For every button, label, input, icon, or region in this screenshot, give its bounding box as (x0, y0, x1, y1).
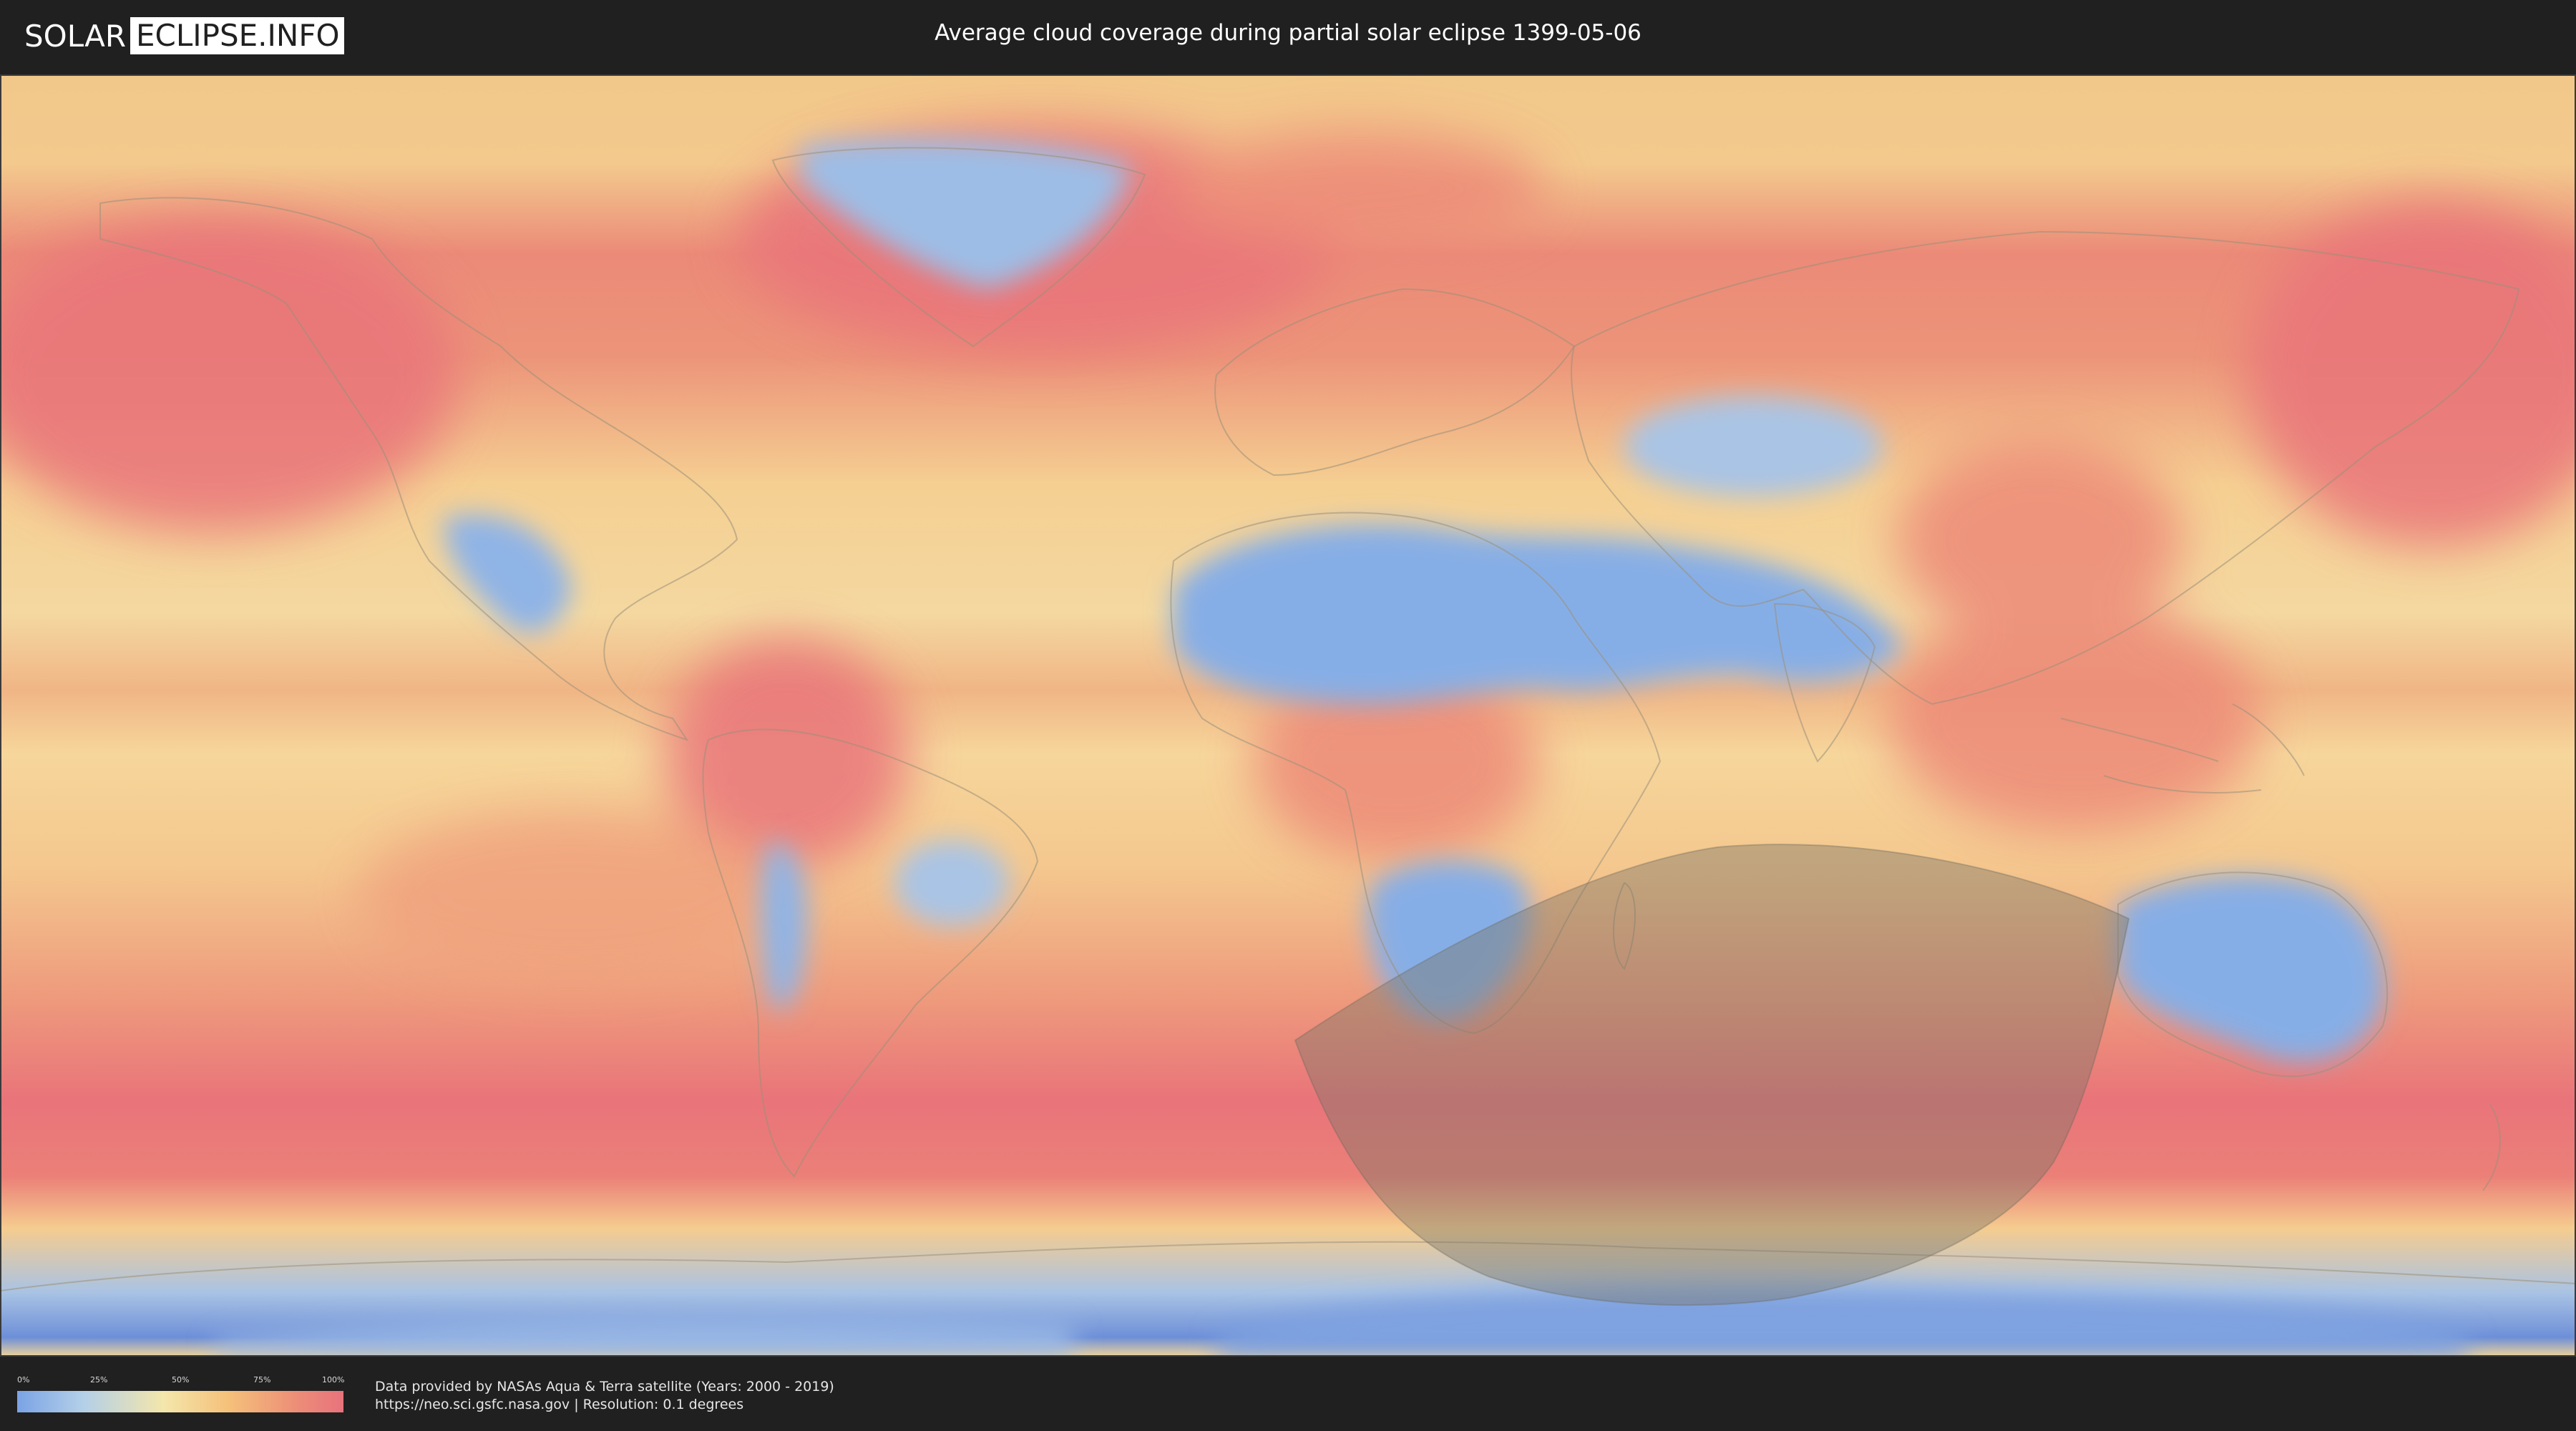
page-title: Average cloud coverage during partial so… (935, 20, 1641, 46)
legend-tick-50: 50% (172, 1375, 190, 1384)
legend-tick-100: 100% (322, 1375, 345, 1384)
world-map-svg (0, 74, 2576, 1357)
header-bar: SOLAR ECLIPSE.INFO Average cloud coverag… (0, 0, 2576, 72)
cloud-coverage-map (0, 74, 2576, 1357)
legend-color-bar (17, 1391, 343, 1412)
page: SOLAR ECLIPSE.INFO Average cloud coverag… (0, 0, 2576, 1431)
cloud-coverage-legend: 0% 25% 50% 75% 100% (17, 1375, 345, 1412)
credits-line-source: Data provided by NASAs Aqua & Terra sate… (375, 1379, 834, 1395)
credits-line-url: https://neo.sci.gsfc.nasa.gov | Resoluti… (375, 1397, 744, 1412)
legend-tick-0: 0% (17, 1375, 30, 1384)
legend-tick-25: 25% (90, 1375, 108, 1384)
data-credits: Data provided by NASAs Aqua & Terra sate… (375, 1378, 834, 1414)
legend-tick-75: 75% (253, 1375, 271, 1384)
